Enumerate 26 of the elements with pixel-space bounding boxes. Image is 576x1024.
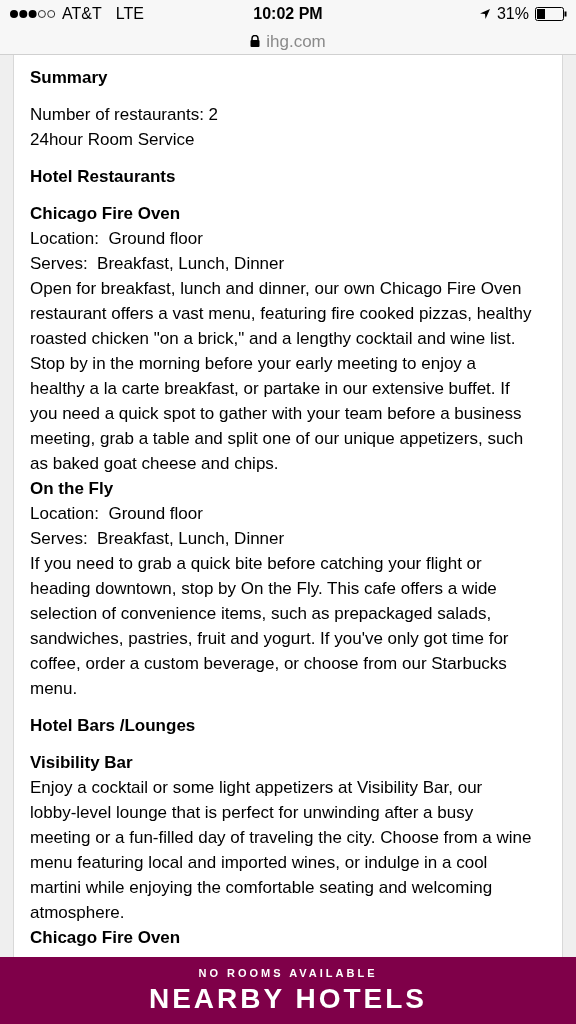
battery-percent: 31%	[496, 4, 529, 25]
venue-description: Enjoy a cocktail or some light appetizers at Visibility Bar, our lobby-level lounge that is perfect for unwinding after a busy meeting or a fun-filled day of traveling the city. Choose from a wine menu featuring local and imported wines, or indulge in a cool martini while enjoying the comfortable seating and welcoming atmosphere.	[30, 777, 532, 924]
venue-name: Visibility Bar	[30, 752, 134, 774]
venue-name: Chicago Fire Oven	[30, 927, 182, 949]
battery-icon	[535, 7, 567, 22]
availability-note: NO ROOMS AVAILABLE	[198, 966, 378, 982]
venue-detail: Location: Ground floor	[30, 228, 204, 250]
signal-icon	[9, 9, 56, 20]
location-arrow-icon	[478, 8, 491, 21]
venue-detail: Serves: Breakfast, Lunch, Dinner	[30, 253, 286, 275]
venue-name: On the Fly	[30, 478, 115, 500]
venue-detail: Serves: Breakfast, Lunch, Dinner	[30, 528, 286, 550]
clock: 10:02 PM	[253, 4, 323, 25]
summary-line: 24hour Room Service	[30, 129, 196, 151]
carrier: AT&T	[62, 4, 102, 25]
summary-line: Number of restaurants: 2	[30, 104, 220, 126]
nearby-hotels-button[interactable]: NEARBY HOTELS	[148, 981, 428, 1016]
network-type: LTE	[115, 4, 144, 25]
section-heading: Summary	[30, 67, 109, 89]
venue-description: Open for breakfast, lunch and dinner, our own Chicago Fire Oven restaurant offers a vast menu, featuring fire cooked pizzas, healthy roasted chicken "on a brick," and a lengthy cocktail and wine list. Stop by in the morning before your early meeting to enjoy a healthy a la carte breakfast, or partake in our extensive buffet. If you need a quick spot to gather with your team before a business meeting, grab a table and split one of our unique appetizers, such as baked goat cheese and chips.	[30, 278, 532, 475]
section-heading: Hotel Restaurants	[30, 166, 177, 188]
section-heading: Hotel Bars /Lounges	[30, 715, 197, 737]
venue-description: If you need to grab a quick bite before catching your flight or heading downtown, stop by On the Fly. This cafe offers a wide selection of convenience items, such as prepackaged salads, sandwiches, pastries, fruit and yogurt. If you've only got time for coffee, order a custom beverage, or choose from our Starbucks menu.	[30, 553, 510, 700]
venue-name: Chicago Fire Oven	[30, 203, 182, 225]
venue-detail: Location: Ground floor	[30, 503, 204, 525]
lock-icon	[250, 35, 261, 48]
